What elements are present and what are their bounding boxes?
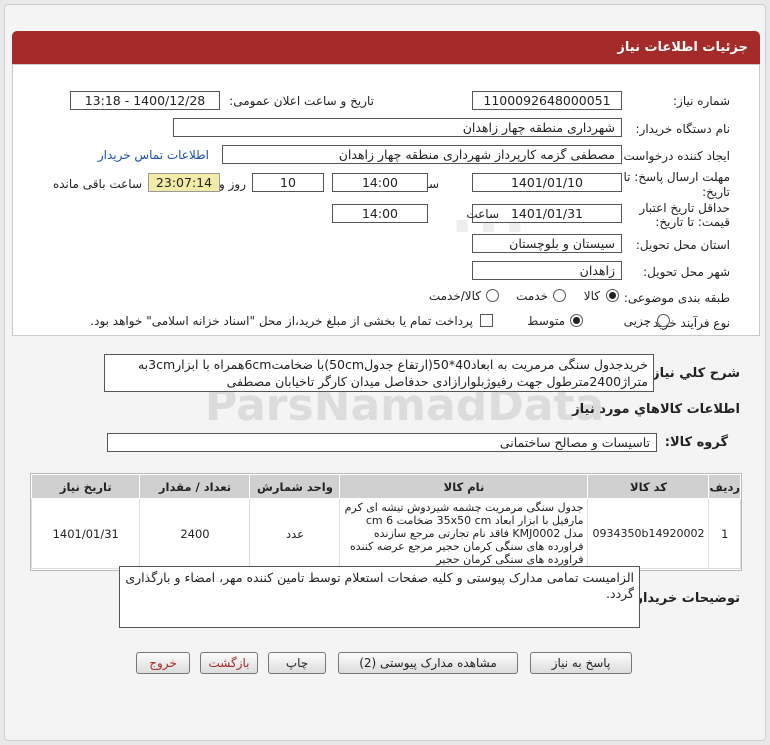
buyer-org-label: نام دستگاه خریدار:: [635, 122, 731, 136]
row-index: 1: [708, 498, 741, 569]
announce-field: 1400/12/28 - 13:18: [70, 91, 220, 110]
page-title: جزئیات اطلاعات نیاز: [617, 40, 748, 55]
days-field: 10: [252, 173, 324, 192]
requester-label: ایجاد کننده درخواست:: [619, 149, 730, 163]
row-code: 0934350b14920002: [587, 498, 710, 569]
reply-button[interactable]: پاسخ به نیاز: [530, 652, 632, 674]
remaining-time-label: ساعت باقی مانده: [52, 177, 142, 191]
treasury-payment-checkbox[interactable]: [480, 314, 493, 327]
col-need-date: تاریخ نیاز: [30, 474, 141, 499]
province-field: سیستان و بلوچستان: [472, 234, 622, 253]
attachments-button[interactable]: مشاهده مدارک پیوستی (2): [338, 652, 518, 674]
print-button[interactable]: چاپ: [268, 652, 326, 674]
goods-table-header: ردیف کد کالا نام کالا واحد شمارش تعداد /…: [30, 474, 741, 499]
goods-table: ردیف کد کالا نام کالا واحد شمارش تعداد /…: [30, 473, 742, 571]
goods-group-label: گروه کالا:: [664, 435, 728, 450]
deadline-label: مهلت ارسال پاسخ: تا: [623, 170, 730, 184]
col-unit: واحد شمارش: [249, 474, 341, 499]
description-label: شرح کلي نياز:: [646, 366, 740, 381]
col-code: کد کالا: [587, 474, 710, 499]
validity-label-date: قیمت: تا تاریخ:: [655, 215, 730, 229]
col-name: نام کالا: [339, 474, 589, 499]
exit-button[interactable]: خروج: [136, 652, 190, 674]
row-name: جدول سنگی مرمریت چشمه شیردوش تیشه ای کرم…: [339, 498, 589, 569]
announce-label: تاریخ و ساعت اعلان عمومی:: [229, 94, 374, 108]
category-label: طبقه بندی موضوعی:: [623, 291, 730, 305]
col-quantity: تعداد / مقدار: [139, 474, 251, 499]
category-option-goods: کالا: [583, 289, 600, 303]
goods-group-field: تاسیسات و مصالح ساختمانی: [107, 433, 657, 452]
need-number-field: 1100092648000051: [472, 91, 622, 110]
category-radio-goods-service[interactable]: [486, 289, 499, 302]
need-number-label: شماره نیاز:: [673, 94, 730, 108]
requester-field: مصطفی گزمه کارپرداز شهرداری منطقه چهار ز…: [222, 145, 622, 164]
validity-time-label: ساعت: [466, 207, 499, 221]
province-label: استان محل تحویل:: [635, 238, 730, 252]
table-row: 1 0934350b14920002 جدول سنگی مرمریت چشمه…: [30, 498, 741, 569]
deadline-time-field: 14:00: [332, 173, 428, 192]
category-radio-service[interactable]: [553, 289, 566, 302]
back-button[interactable]: بازگشت: [200, 652, 258, 674]
row-unit: عدد: [249, 498, 341, 569]
row-quantity: 2400: [139, 498, 251, 569]
days-label: روز و: [219, 177, 246, 191]
process-option-medium: متوسط: [527, 314, 565, 328]
city-label: شهر محل تحویل:: [643, 265, 730, 279]
process-radio-minor[interactable]: [657, 314, 670, 327]
validity-time-field: 14:00: [332, 204, 428, 223]
process-radio-medium[interactable]: [570, 314, 583, 327]
deadline-date-field: 1401/01/10: [472, 173, 622, 192]
buyer-notes-label: توضیحات خریدار:: [630, 591, 740, 606]
row-need-date: 1401/01/31: [30, 498, 141, 569]
category-radio-goods[interactable]: [606, 289, 619, 302]
category-option-goods-service: کالا/خدمت: [428, 289, 481, 303]
deadline-label-date: تاریخ:: [702, 185, 730, 199]
validity-label: حداقل تاریخ اعتبار: [639, 201, 730, 215]
city-field: زاهدان: [472, 261, 622, 280]
treasury-payment-note: پرداخت تمام یا بخشی از مبلغ خرید،از محل …: [90, 314, 473, 328]
category-option-service: خدمت: [516, 289, 548, 303]
description-text: خریدجدول سنگی مرمریت به ابعاد40*50(ارتفا…: [104, 354, 654, 392]
process-option-minor: جزیی: [623, 314, 651, 328]
col-index: ردیف: [708, 474, 741, 499]
buyer-org-field: شهرداری منطقه چهار زاهدان: [173, 118, 622, 137]
buyer-contact-link[interactable]: اطلاعات تماس خریدار: [98, 148, 209, 162]
remaining-time-field: 23:07:14: [148, 173, 220, 192]
page-header: جزئیات اطلاعات نیاز: [12, 31, 760, 64]
goods-section-title: اطلاعات کالاهاي مورد نياز: [572, 402, 740, 417]
buyer-notes-text: الزامیست تمامی مدارک پیوستی و کلیه صفحات…: [119, 566, 640, 628]
